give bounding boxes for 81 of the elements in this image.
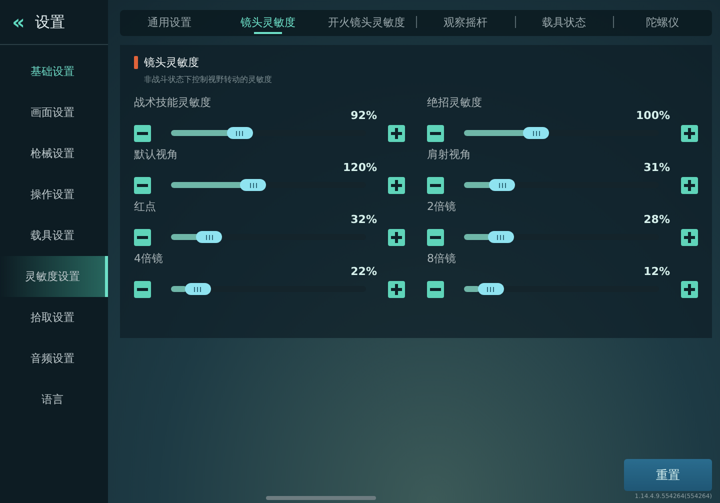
- slider-thumb[interactable]: [226, 127, 253, 139]
- decrease-button[interactable]: [427, 280, 444, 298]
- increase-button[interactable]: [681, 280, 698, 298]
- reset-button[interactable]: 重置: [624, 459, 712, 491]
- slider-thumb[interactable]: [488, 231, 514, 243]
- tab[interactable]: 镜头灵敏度: [218, 10, 318, 36]
- sidebar-item[interactable]: 枪械设置: [0, 133, 108, 174]
- slider-label: 2倍镜: [427, 199, 457, 213]
- increase-button[interactable]: [681, 228, 698, 246]
- slider-label: 默认视角: [134, 147, 179, 161]
- plus-icon: [391, 180, 402, 190]
- slider-value: 100%: [636, 109, 670, 123]
- minus-icon: [137, 288, 148, 290]
- sidebar-header[interactable]: 基础设置: [0, 51, 108, 92]
- plus-icon: [684, 284, 695, 294]
- slider-thumb[interactable]: [478, 283, 504, 295]
- decrease-button[interactable]: [134, 228, 151, 246]
- minus-icon: [137, 184, 148, 186]
- decrease-button[interactable]: [134, 280, 151, 298]
- slider-value: 22%: [350, 265, 377, 279]
- plus-icon: [391, 232, 402, 242]
- slider-label: 4倍镜: [134, 251, 164, 265]
- slider-label: 8倍镜: [427, 251, 457, 265]
- slider-label: 红点: [134, 199, 157, 213]
- slider-track[interactable]: [171, 286, 366, 292]
- section-marker: [134, 56, 138, 69]
- slider-label: 绝招灵敏度: [427, 95, 483, 109]
- section-title: 镜头灵敏度: [144, 55, 199, 70]
- tab[interactable]: 观察摇杆: [416, 10, 515, 36]
- slider-thumb[interactable]: [489, 179, 516, 191]
- slider-thumb[interactable]: [240, 179, 266, 191]
- page-title: 设置: [34, 12, 65, 32]
- tab[interactable]: 陀螺仪: [613, 10, 712, 36]
- tab[interactable]: 通用设置: [120, 10, 219, 36]
- increase-button[interactable]: [388, 124, 405, 142]
- slider-thumb[interactable]: [196, 231, 222, 243]
- plus-icon: [684, 128, 695, 138]
- minus-icon: [137, 236, 148, 238]
- sidebar-item[interactable]: 音频设置: [0, 338, 108, 379]
- increase-button[interactable]: [388, 228, 405, 246]
- increase-button[interactable]: [681, 124, 698, 142]
- slider-label: 战术技能灵敏度: [134, 95, 212, 109]
- decrease-button[interactable]: [427, 124, 444, 142]
- minus-icon: [430, 184, 441, 186]
- section-description: 非战斗状态下控制视野转动的灵敏度: [144, 74, 273, 85]
- minus-icon: [137, 132, 148, 134]
- tab[interactable]: 载具状态: [514, 10, 614, 36]
- plus-icon: [391, 284, 402, 294]
- plus-icon: [684, 232, 695, 242]
- slider-value: 31%: [644, 161, 670, 175]
- minus-icon: [430, 236, 441, 238]
- slider-value: 120%: [343, 161, 377, 175]
- slider-thumb[interactable]: [184, 283, 211, 295]
- sidebar-item[interactable]: 语言: [0, 379, 108, 420]
- minus-icon: [430, 132, 441, 134]
- sidebar-item[interactable]: 拾取设置: [0, 297, 108, 338]
- slider-thumb[interactable]: [523, 127, 550, 139]
- plus-icon: [684, 180, 695, 190]
- slider-value: 12%: [644, 265, 670, 279]
- sidebar-item[interactable]: 画面设置: [0, 92, 108, 133]
- sidebar-item[interactable]: 操作设置: [0, 174, 108, 215]
- slider-value: 92%: [350, 109, 377, 123]
- decrease-button[interactable]: [134, 124, 151, 142]
- sidebar-item[interactable]: 载具设置: [0, 215, 108, 256]
- slider-track[interactable]: [464, 286, 659, 292]
- decrease-button[interactable]: [134, 176, 151, 194]
- tab[interactable]: 开火镜头灵敏度: [317, 10, 416, 36]
- slider-label: 肩射视角: [427, 147, 472, 161]
- decrease-button[interactable]: [427, 228, 444, 246]
- plus-icon: [391, 128, 402, 138]
- minus-icon: [430, 288, 441, 290]
- slider-value: 28%: [644, 213, 670, 227]
- slider-track[interactable]: [171, 182, 366, 188]
- slider-value: 32%: [350, 213, 377, 227]
- increase-button[interactable]: [388, 176, 405, 194]
- slider-track[interactable]: [464, 234, 659, 240]
- increase-button[interactable]: [681, 176, 698, 194]
- increase-button[interactable]: [388, 280, 405, 298]
- decrease-button[interactable]: [427, 176, 444, 194]
- back-icon[interactable]: «: [12, 12, 25, 32]
- slider-track[interactable]: [171, 234, 366, 240]
